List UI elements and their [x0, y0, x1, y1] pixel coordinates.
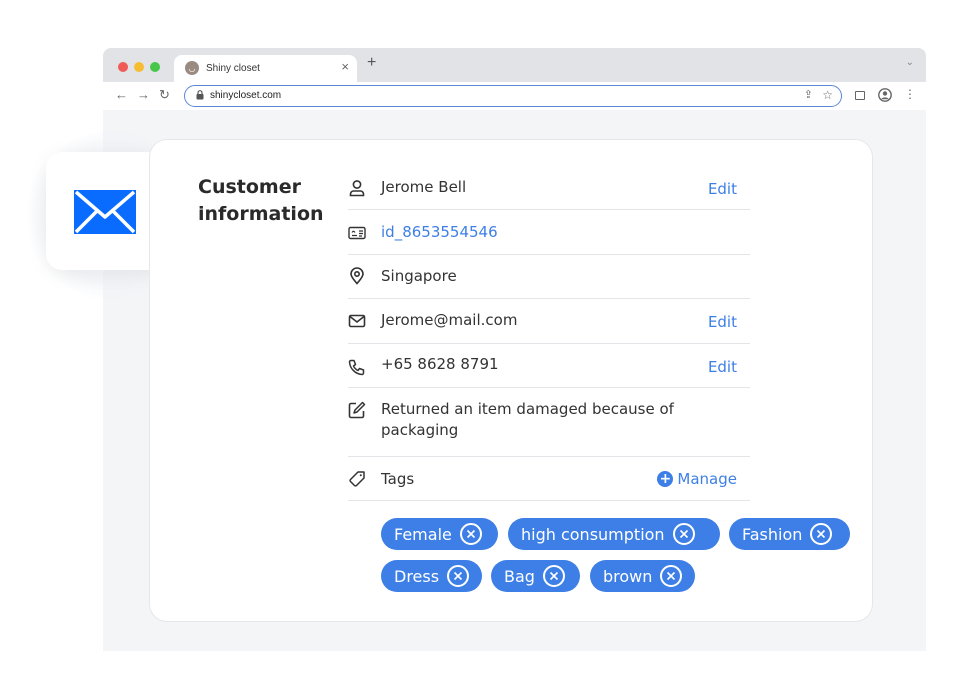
row-id: id_8653554546	[348, 210, 750, 255]
customer-note: Returned an item damaged because of pack…	[381, 400, 674, 439]
id-card-icon	[348, 226, 366, 240]
tag-chip: high consumption	[508, 518, 720, 550]
reload-icon[interactable]: ↻	[159, 88, 170, 102]
profile-icon[interactable]	[878, 88, 892, 102]
side-panel-icon[interactable]	[855, 91, 865, 100]
customer-id-link[interactable]: id_8653554546	[381, 223, 498, 241]
tag-label: Fashion	[742, 524, 803, 544]
person-icon	[349, 180, 365, 197]
tag-chip: Female	[381, 518, 498, 550]
address-bar: ← → ↻ shinycloset.com ⇪ ☆ ⋮	[103, 82, 926, 110]
menu-kebab-icon[interactable]: ⋮	[904, 87, 916, 101]
browser-tab[interactable]: ◡ Shiny closet ×	[174, 55, 357, 82]
row-email: Jerome@mail.com Edit	[348, 299, 750, 344]
row-location: Singapore	[348, 255, 750, 299]
edit-note-icon	[348, 401, 366, 419]
close-circle-icon[interactable]	[447, 565, 470, 587]
customer-email: Jerome@mail.com	[381, 311, 518, 329]
row-note: Returned an item damaged because of pack…	[348, 388, 750, 457]
manage-label: Manage	[677, 470, 737, 488]
edit-phone-button[interactable]: Edit	[708, 358, 737, 376]
row-name: Jerome Bell Edit	[348, 164, 750, 210]
tags-label: Tags	[381, 470, 415, 488]
new-tab-button[interactable]: +	[367, 54, 376, 72]
mail-tile	[46, 152, 164, 270]
customer-info-card: Customer information Jerome Bell Edit id…	[149, 139, 873, 622]
tag-label: Bag	[504, 566, 535, 586]
tag-chip: brown	[590, 560, 695, 592]
row-tags: Tags + Manage	[348, 457, 750, 501]
edit-name-button[interactable]: Edit	[708, 180, 737, 198]
tag-label: Female	[394, 524, 452, 544]
url-text: shinycloset.com	[210, 90, 282, 101]
close-circle-icon[interactable]	[459, 523, 482, 545]
section-title: Customer information	[198, 176, 324, 225]
close-circle-icon[interactable]	[672, 523, 695, 545]
location-pin-icon	[350, 267, 364, 285]
minimize-window-button[interactable]	[134, 62, 144, 72]
share-icon[interactable]: ⇪	[804, 88, 813, 101]
close-circle-icon[interactable]	[542, 565, 565, 587]
close-window-button[interactable]	[118, 62, 128, 72]
tab-menu-icon[interactable]: ⌄	[906, 57, 914, 68]
edit-email-button[interactable]: Edit	[708, 313, 737, 331]
tag-label: brown	[603, 566, 653, 586]
customer-location: Singapore	[381, 267, 457, 285]
row-phone: +65 8628 8791 Edit	[348, 344, 750, 388]
lock-icon	[196, 90, 204, 100]
close-circle-icon[interactable]	[810, 523, 833, 545]
tag-label: Dress	[394, 566, 440, 586]
bookmark-star-icon[interactable]: ☆	[822, 88, 833, 102]
envelope-icon	[348, 314, 366, 328]
tag-chip: Dress	[381, 560, 482, 592]
customer-phone: +65 8628 8791	[381, 355, 499, 373]
tab-bar: ◡ Shiny closet × + ⌄	[103, 48, 926, 82]
url-input[interactable]: shinycloset.com ⇪ ☆	[184, 85, 842, 107]
back-icon[interactable]: ←	[115, 88, 128, 102]
manage-tags-button[interactable]: + Manage	[657, 470, 737, 488]
tag-chip: Bag	[491, 560, 580, 592]
tab-close-icon[interactable]: ×	[341, 60, 349, 74]
favicon-icon: ◡	[185, 61, 199, 75]
phone-icon	[348, 359, 365, 376]
plus-circle-icon: +	[657, 471, 674, 487]
tag-chip: Fashion	[729, 518, 850, 550]
forward-icon[interactable]: →	[137, 88, 150, 102]
tab-title: Shiny closet	[206, 63, 260, 74]
mail-icon	[74, 190, 136, 234]
customer-name: Jerome Bell	[381, 178, 467, 196]
close-circle-icon[interactable]	[660, 565, 683, 587]
tag-label: high consumption	[521, 524, 665, 544]
tag-icon	[349, 471, 365, 487]
maximize-window-button[interactable]	[150, 62, 160, 72]
